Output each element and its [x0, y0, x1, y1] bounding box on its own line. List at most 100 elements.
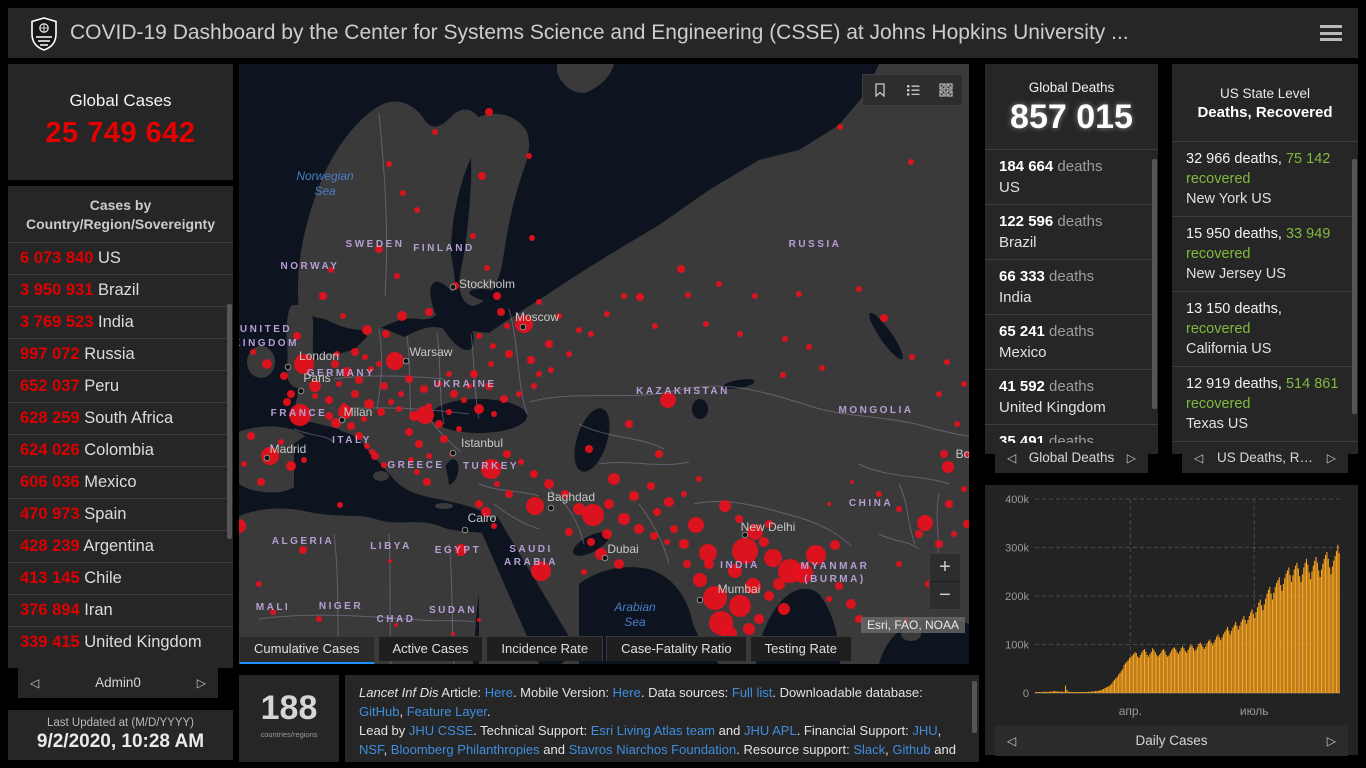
us-scrollbar[interactable]	[1352, 159, 1357, 414]
map-attribution: Esri, FAO, NOAA	[861, 617, 965, 633]
svg-text:Arabian: Arabian	[613, 600, 656, 614]
link[interactable]: Full list	[732, 685, 772, 700]
svg-text:FRANCE: FRANCE	[271, 408, 328, 419]
link[interactable]: Here	[485, 685, 513, 700]
table-row[interactable]: 3 769 523 India	[8, 306, 233, 338]
tab-incidence-rate[interactable]: Incidence Rate	[486, 636, 603, 661]
svg-text:EGYPT: EGYPT	[435, 545, 481, 556]
text: ,	[938, 723, 942, 738]
svg-text:Cairo: Cairo	[468, 511, 497, 525]
global-cases-title: Global Cases	[8, 91, 233, 111]
svg-text:MYANMAR: MYANMAR	[801, 561, 870, 572]
link[interactable]: NSF	[359, 742, 384, 757]
table-row[interactable]: 339 415 United Kingdom	[8, 626, 233, 658]
table-row[interactable]: 3 950 931 Brazil	[8, 274, 233, 306]
table-row[interactable]: 606 036 Mexico	[8, 466, 233, 498]
prev-page-icon[interactable]: ◁	[1194, 443, 1203, 473]
tab-case-fatality-ratio[interactable]: Case-Fatality Ratio	[606, 636, 747, 661]
table-row[interactable]: 32 966 deaths, 75 142recoveredNew York U…	[1172, 141, 1358, 216]
us-state-title: US State Level	[1172, 86, 1358, 101]
svg-text:MALI: MALI	[256, 602, 290, 613]
table-row[interactable]: 66 333 deathsIndia	[985, 259, 1158, 314]
prev-page-icon[interactable]: ◁	[30, 668, 39, 698]
table-row[interactable]: 428 239 Argentina	[8, 530, 233, 562]
prev-page-icon[interactable]: ◁	[1007, 443, 1016, 473]
table-row[interactable]: 652 037 Peru	[8, 370, 233, 402]
link[interactable]: Stavros Niarchos Foundation	[569, 742, 737, 757]
link[interactable]: JHU APL	[744, 723, 797, 738]
table-row[interactable]: 12 919 deaths, 514 861recoveredTexas US	[1172, 366, 1358, 441]
link[interactable]: Slack	[853, 742, 885, 757]
cases-scrollbar[interactable]	[227, 304, 232, 539]
svg-text:New Delhi: New Delhi	[741, 520, 796, 534]
text: ,	[384, 742, 391, 757]
next-page-icon[interactable]: ▷	[1327, 726, 1336, 756]
last-updated-value: 9/2/2020, 10:28 AM	[8, 731, 233, 753]
prev-page-icon[interactable]: ◁	[1007, 726, 1016, 756]
next-page-icon[interactable]: ▷	[197, 668, 206, 698]
zoom-in-button[interactable]: +	[930, 554, 960, 581]
basemap-svg[interactable]: NorwegianSeaSWEDENFINLANDNORWAYStockholm…	[239, 64, 969, 664]
svg-text:London: London	[299, 349, 339, 363]
us-state-panel: US State Level Deaths, Recovered 32 966 …	[1172, 64, 1358, 454]
table-row[interactable]: 15 950 deaths, 33 949recoveredNew Jersey…	[1172, 216, 1358, 291]
svg-text:200k: 200k	[1005, 591, 1029, 603]
table-row[interactable]: 376 894 Iran	[8, 594, 233, 626]
svg-text:300k: 300k	[1005, 543, 1029, 555]
svg-text:0: 0	[1023, 688, 1029, 700]
table-row[interactable]: 6 073 840 US	[8, 242, 233, 274]
link[interactable]: Github	[892, 742, 930, 757]
menu-icon[interactable]	[1320, 25, 1342, 41]
table-row[interactable]: 184 664 deathsUS	[985, 149, 1158, 204]
link[interactable]: Feature Layer	[407, 704, 487, 719]
tab-active-cases[interactable]: Active Cases	[378, 636, 484, 661]
link[interactable]: Here	[613, 685, 641, 700]
daily-cases-chart-panel: 0100k200k300k400kапр.июль	[985, 485, 1358, 755]
table-row[interactable]: 470 973 Spain	[8, 498, 233, 530]
table-row[interactable]: 13 150 deaths,recoveredCalifornia US	[1172, 291, 1358, 366]
table-row[interactable]: 41 592 deathsUnited Kingdom	[985, 369, 1158, 424]
cases-by-country-panel: Cases by Country/Region/Sovereignty 6 07…	[8, 186, 233, 668]
zoom-out-button[interactable]: −	[930, 581, 960, 609]
table-row[interactable]: 628 259 South Africa	[8, 402, 233, 434]
svg-text:ARABIA: ARABIA	[504, 557, 558, 568]
svg-text:LIBYA: LIBYA	[370, 541, 412, 552]
svg-text:CHINA: CHINA	[849, 498, 893, 509]
basemap-icon[interactable]	[929, 75, 962, 105]
text: and	[715, 723, 744, 738]
deaths-scrollbar[interactable]	[1152, 159, 1157, 409]
daily-cases-chart[interactable]: 0100k200k300k400kапр.июль	[985, 485, 1358, 727]
table-row[interactable]: 122 596 deathsBrazil	[985, 204, 1158, 259]
text: . Resource support:	[736, 742, 853, 757]
next-page-icon[interactable]: ▷	[1127, 443, 1136, 473]
svg-text:ITALY: ITALY	[332, 435, 372, 446]
svg-text:Bo: Bo	[956, 447, 969, 461]
table-row[interactable]: 65 241 deathsMexico	[985, 314, 1158, 369]
table-row[interactable]: 997 072 Russia	[8, 338, 233, 370]
legend-icon[interactable]	[896, 75, 929, 105]
link[interactable]: GitHub	[359, 704, 399, 719]
zoom-control: + −	[929, 553, 961, 610]
link[interactable]: AWS	[359, 761, 388, 762]
link[interactable]: Esri Living Atlas team	[591, 723, 715, 738]
bookmark-icon[interactable]	[863, 75, 896, 105]
svg-text:GREECE: GREECE	[387, 460, 444, 471]
links-scrollbar[interactable]	[972, 681, 977, 733]
us-state-pager-label: US Deaths, R…	[1217, 450, 1313, 465]
text: to	[453, 761, 471, 762]
table-row[interactable]: 624 026 Colombia	[8, 434, 233, 466]
link[interactable]: Bloomberg Philanthropies	[391, 742, 540, 757]
next-page-icon[interactable]: ▷	[1327, 443, 1336, 473]
svg-text:Stockholm: Stockholm	[459, 277, 515, 291]
admin-pager: ◁ Admin0 ▷	[18, 668, 218, 698]
tab-cumulative-cases[interactable]: Cumulative Cases	[239, 636, 375, 664]
link[interactable]: JHU CSSE	[409, 723, 473, 738]
svg-text:CHAD: CHAD	[377, 614, 416, 625]
link[interactable]: JHU	[912, 723, 937, 738]
table-row[interactable]: 413 145 Chile	[8, 562, 233, 594]
svg-text:апр.: апр.	[1119, 704, 1142, 718]
svg-text:400k: 400k	[1005, 494, 1029, 506]
link[interactable]: here	[427, 761, 453, 762]
tab-testing-rate[interactable]: Testing Rate	[750, 636, 852, 661]
world-map[interactable]: NorwegianSeaSWEDENFINLANDNORWAYStockholm…	[239, 64, 969, 664]
